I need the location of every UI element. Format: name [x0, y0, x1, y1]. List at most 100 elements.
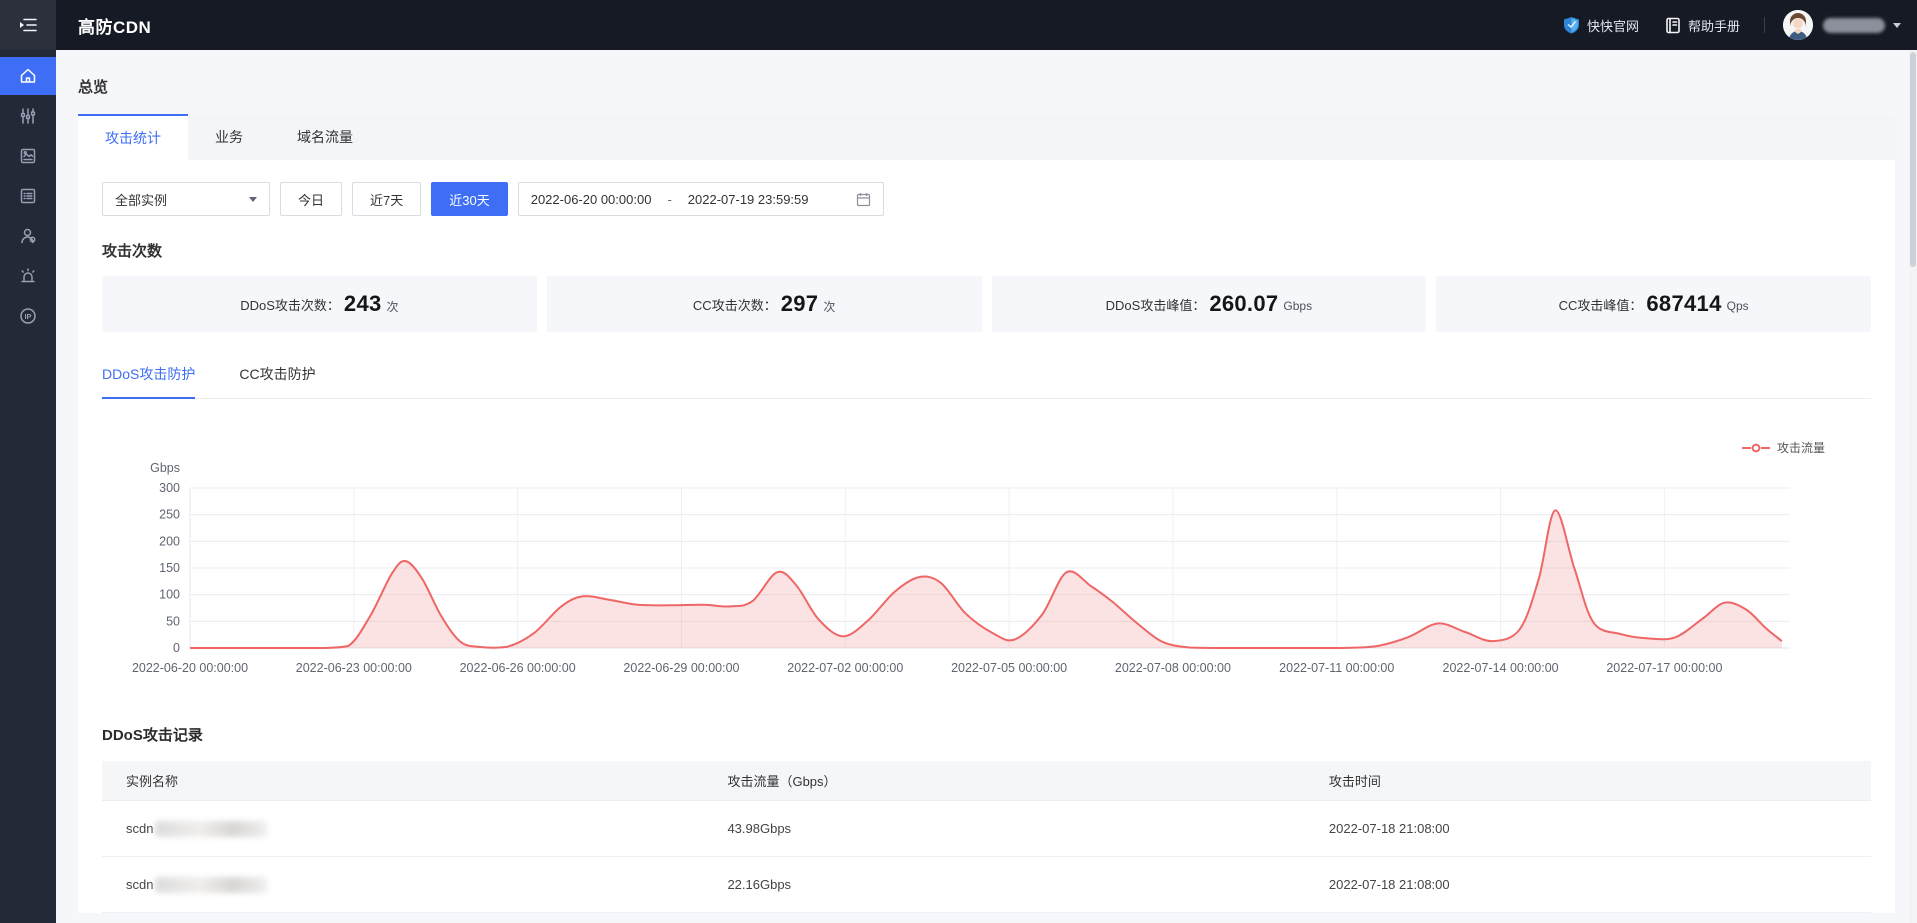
- y-tick-label: 50: [166, 614, 180, 628]
- alarm-icon: [18, 266, 38, 286]
- top-tabs: 攻击统计 业务 域名流量: [78, 114, 1895, 160]
- official-site-link[interactable]: 快快官网: [1563, 16, 1639, 35]
- table-body: scdn43.98Gbps2022-07-18 21:08:00scdn22.1…: [102, 801, 1871, 913]
- x-tick-label: 2022-07-11 00:00:00: [1279, 661, 1394, 675]
- manual-book-icon: [1665, 17, 1681, 34]
- table-row: scdn 43.98Gbps2022-07-18 21:08:00: [102, 801, 1871, 857]
- tab-attack-statistics[interactable]: 攻击统计: [78, 114, 188, 160]
- stat-unit: Gbps: [1283, 299, 1312, 313]
- sidebar-collapse-button[interactable]: [0, 0, 56, 50]
- list-icon: [18, 186, 38, 206]
- sidebar-item-overview[interactable]: [0, 57, 56, 95]
- table-row: scdn22.16Gbps2022-07-18 21:08:00: [102, 857, 1871, 913]
- chevron-down-icon: [249, 197, 257, 202]
- user-menu-caret-icon[interactable]: [1893, 23, 1901, 28]
- stat-card-ddos-peak: DDoS攻击峰值： 260.07 Gbps: [992, 276, 1427, 332]
- y-axis-unit: Gbps: [150, 461, 180, 475]
- range-button-today[interactable]: 今日: [280, 182, 342, 216]
- avatar[interactable]: [1783, 10, 1813, 40]
- range-button-7days[interactable]: 近7天: [352, 182, 421, 216]
- y-tick-label: 200: [159, 534, 180, 548]
- sidebar-item-alerts[interactable]: [0, 257, 56, 295]
- date-start: 2022-06-20 00:00:00: [531, 192, 652, 207]
- tab-cc-protection[interactable]: CC攻击防护: [239, 364, 315, 398]
- range-button-30days[interactable]: 近30天: [431, 182, 507, 216]
- stat-card-cc-peak: CC攻击峰值： 687414 Qps: [1436, 276, 1871, 332]
- overview-card: 攻击统计 业务 域名流量 全部实例 今日 近7天 近30天 2022-06-20…: [78, 114, 1895, 913]
- legend-marker-icon: [1742, 443, 1770, 453]
- attack-traffic-area: [190, 510, 1782, 648]
- tab-ddos-protection[interactable]: DDoS攻击防护: [102, 364, 195, 399]
- help-manual-link[interactable]: 帮助手册: [1665, 16, 1740, 35]
- scrollbar[interactable]: [1909, 50, 1917, 923]
- stat-value: 243: [344, 291, 382, 317]
- instance-name-redacted: [155, 821, 267, 837]
- home-icon: [18, 66, 38, 86]
- stat-unit: Qps: [1727, 299, 1749, 313]
- sliders-icon: [18, 106, 38, 126]
- topbar-divider: [1764, 17, 1765, 33]
- x-tick-label: 2022-07-08 00:00:00: [1115, 661, 1231, 675]
- stat-unit: 次: [387, 298, 399, 315]
- x-tick-label: 2022-07-02 00:00:00: [787, 661, 903, 675]
- instance-name-prefix: scdn: [126, 877, 153, 892]
- legend-label: 攻击流量: [1777, 439, 1825, 456]
- sidebar-item-logs[interactable]: [0, 177, 56, 215]
- main-content: 总览 攻击统计 业务 域名流量 全部实例 今日 近7天 近30天 2022-06…: [56, 50, 1917, 923]
- stat-value: 687414: [1646, 291, 1721, 317]
- product-name: 高防CDN: [78, 13, 151, 38]
- cell-instance-name: scdn: [102, 821, 703, 837]
- ddos-records-title: DDoS攻击记录: [102, 724, 1871, 745]
- x-tick-label: 2022-07-05 00:00:00: [951, 661, 1067, 675]
- topbar: 高防CDN 快快官网 帮助手册: [0, 0, 1917, 50]
- sidebar-item-ip[interactable]: IP: [0, 297, 56, 335]
- y-tick-label: 0: [173, 641, 180, 655]
- x-tick-label: 2022-06-20 00:00:00: [132, 661, 248, 675]
- svg-text:IP: IP: [24, 312, 31, 321]
- page-title: 总览: [56, 50, 1917, 97]
- x-tick-label: 2022-06-29 00:00:00: [623, 661, 739, 675]
- cell-attack-time: 2022-07-18 21:08:00: [1305, 877, 1871, 892]
- y-tick-label: 300: [159, 481, 180, 495]
- stat-unit: 次: [823, 298, 835, 315]
- stat-label: CC攻击次数：: [693, 295, 777, 314]
- table-header: 实例名称 攻击流量（Gbps） 攻击时间: [102, 761, 1871, 801]
- help-manual-label: 帮助手册: [1688, 16, 1740, 35]
- stat-cards: DDoS攻击次数： 243 次 CC攻击次数： 297 次 DDoS攻击峰值： …: [102, 276, 1871, 332]
- tab-business[interactable]: 业务: [188, 114, 270, 160]
- instance-name-redacted: [155, 877, 267, 893]
- sidebar-item-records[interactable]: [0, 137, 56, 175]
- attack-count-title: 攻击次数: [102, 240, 1871, 261]
- cell-attack-traffic: 43.98Gbps: [703, 821, 1304, 836]
- instance-select-value: 全部实例: [115, 190, 167, 209]
- sidebar: IP: [0, 50, 56, 923]
- x-tick-label: 2022-07-17 00:00:00: [1606, 661, 1722, 675]
- column-attack-time: 攻击时间: [1305, 771, 1871, 790]
- y-tick-label: 100: [159, 588, 180, 602]
- shield-logo-icon: [1563, 16, 1580, 34]
- cell-attack-time: 2022-07-18 21:08:00: [1305, 821, 1871, 836]
- date-range-picker[interactable]: 2022-06-20 00:00:00 - 2022-07-19 23:59:5…: [518, 182, 884, 216]
- stat-card-cc-count: CC攻击次数： 297 次: [547, 276, 982, 332]
- ip-icon: IP: [18, 306, 38, 326]
- sidebar-item-account[interactable]: [0, 217, 56, 255]
- instance-select[interactable]: 全部实例: [102, 182, 270, 216]
- scrollbar-thumb[interactable]: [1910, 52, 1916, 267]
- y-tick-label: 250: [159, 508, 180, 522]
- stat-value: 297: [781, 291, 819, 317]
- x-tick-label: 2022-06-23 00:00:00: [296, 661, 412, 675]
- stat-card-ddos-count: DDoS攻击次数： 243 次: [102, 276, 537, 332]
- official-site-label: 快快官网: [1587, 16, 1639, 35]
- protection-tabs: DDoS攻击防护 CC攻击防护: [102, 364, 1871, 399]
- chart-legend[interactable]: 攻击流量: [102, 439, 1871, 456]
- column-attack-traffic: 攻击流量（Gbps）: [703, 771, 1304, 790]
- username-redacted: [1823, 18, 1885, 33]
- cell-instance-name: scdn: [102, 877, 703, 893]
- stat-value: 260.07: [1209, 291, 1278, 317]
- tab-domain-traffic[interactable]: 域名流量: [270, 114, 380, 160]
- sidebar-item-config[interactable]: [0, 97, 56, 135]
- instance-name-prefix: scdn: [126, 821, 153, 836]
- chart-canvas: 0 50 100 150 200 250 300 Gbps 2022-06-20 00:00:0…: [102, 458, 1842, 690]
- y-tick-label: 150: [159, 561, 180, 575]
- stat-label: CC攻击峰值：: [1559, 295, 1643, 314]
